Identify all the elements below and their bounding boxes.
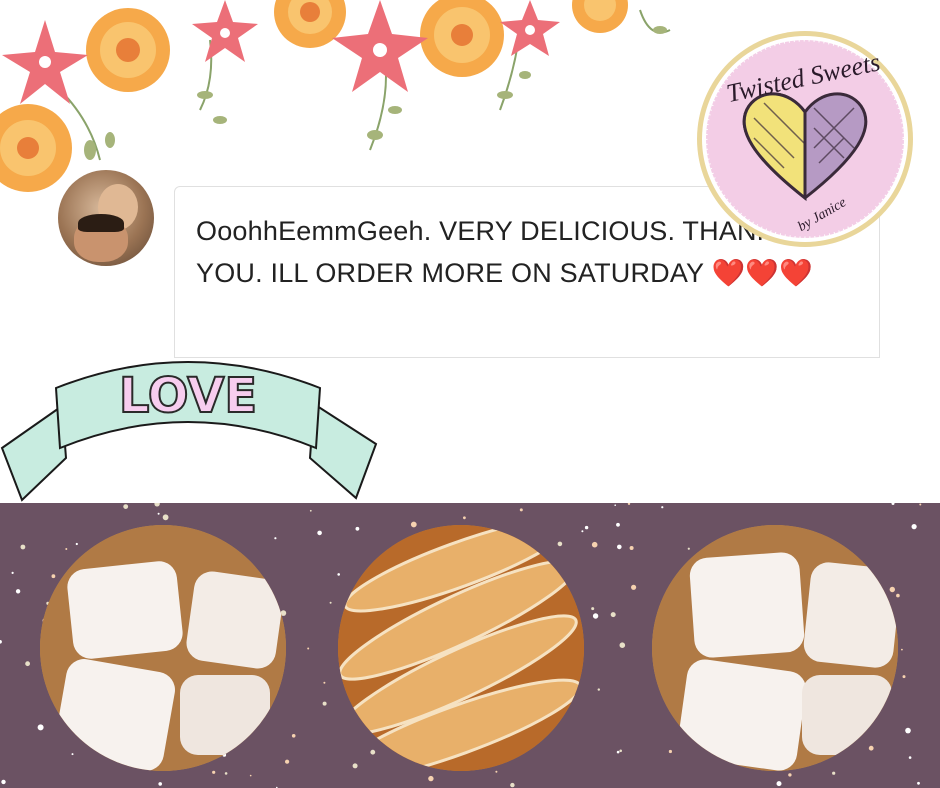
sparkle <box>495 770 498 773</box>
sparkle <box>75 542 78 546</box>
sparkle <box>15 589 21 594</box>
sparkle <box>908 756 912 759</box>
sparkle <box>323 681 326 684</box>
sparkle <box>224 772 228 775</box>
commenter-avatar <box>58 170 154 266</box>
sparkle <box>317 530 322 536</box>
sparkle <box>917 781 920 785</box>
sparkle <box>597 688 600 691</box>
beignets-photo-right <box>652 525 898 771</box>
sparkle <box>616 522 620 527</box>
love-ribbon-banner: LOVE <box>0 361 378 502</box>
sparkle <box>617 544 622 550</box>
sparkle <box>463 516 466 520</box>
sparkle <box>591 541 598 548</box>
sparkle <box>592 613 599 619</box>
sparkle <box>428 775 434 782</box>
twisted-sweets-logo: Twisted Sweets by Janice <box>697 31 913 247</box>
sparkle <box>668 749 673 754</box>
sparkle <box>687 547 690 550</box>
sparkle <box>158 782 162 786</box>
sparkle <box>616 750 620 754</box>
sparkle <box>410 521 417 528</box>
sparkle <box>20 544 26 550</box>
sparkle <box>0 640 2 644</box>
sparkle <box>212 770 216 774</box>
sparkle <box>37 724 44 731</box>
sparkle <box>619 749 622 753</box>
sparkle <box>631 584 637 590</box>
ribbon-label: LOVE <box>119 368 257 424</box>
sparkle <box>65 548 68 550</box>
sparkle <box>519 508 523 512</box>
twisted-donuts-photo <box>338 525 584 771</box>
sparkle <box>309 509 312 512</box>
sparkle <box>307 647 310 650</box>
beignets-photo-left <box>40 525 286 771</box>
sparkle <box>352 763 358 769</box>
sparkle <box>788 773 792 777</box>
sparkle <box>123 504 129 509</box>
sparkle <box>776 781 782 787</box>
sparkle <box>584 525 589 530</box>
sparkle <box>11 571 14 574</box>
sparkle <box>905 727 911 734</box>
sparkle <box>322 701 327 706</box>
sparkle <box>355 526 360 531</box>
sparkle <box>291 734 296 738</box>
sparkle <box>868 745 874 751</box>
sparkle <box>329 601 332 604</box>
sparkle <box>154 503 160 507</box>
sparkle <box>919 503 922 506</box>
sparkle <box>619 642 626 648</box>
sparkle <box>249 774 252 777</box>
pastry-photo-band <box>0 503 940 788</box>
sparkle <box>557 541 563 547</box>
sparkle <box>1 779 6 785</box>
heart-emojis: ❤️❤️❤️ <box>711 258 813 288</box>
sparkle <box>510 782 515 788</box>
sparkle <box>629 546 634 550</box>
sparkle <box>162 514 169 521</box>
sparkle <box>274 537 277 540</box>
sparkle <box>610 612 616 618</box>
sparkle <box>891 503 895 505</box>
sparkle <box>614 504 616 506</box>
sparkle <box>896 593 900 598</box>
sparkle <box>591 607 595 611</box>
sparkle <box>51 574 56 579</box>
sparkle <box>581 530 584 533</box>
sparkle <box>71 753 74 756</box>
sparkle <box>370 749 376 755</box>
sparkle <box>901 648 903 651</box>
sparkle <box>337 573 341 576</box>
comment-body: OoohhEemmGeeh. VERY DELICIOUS. THANK YOU… <box>196 216 775 288</box>
sparkle <box>911 524 917 530</box>
sparkle <box>832 771 836 775</box>
sparkle <box>627 503 631 505</box>
sparkle <box>661 506 664 509</box>
sparkle <box>285 759 290 764</box>
sparkle <box>25 661 30 667</box>
sparkle <box>889 586 895 593</box>
sparkle <box>157 512 160 515</box>
sparkle <box>902 675 906 679</box>
